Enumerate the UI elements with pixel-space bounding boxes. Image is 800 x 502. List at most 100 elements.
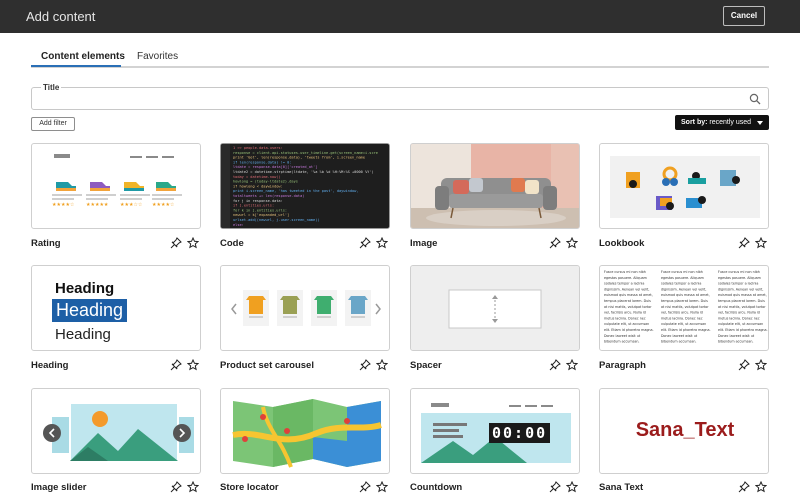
paragraph-line: Donec laoreet wisit ut — [661, 334, 698, 338]
pin-icon[interactable] — [170, 481, 182, 493]
code-line: howlong = (today-ltdate2).days — [233, 180, 298, 184]
paragraph-line: vel, facilisis arcu. Nulla id — [718, 311, 760, 315]
star-icon[interactable] — [755, 359, 767, 371]
star-icon[interactable] — [187, 481, 199, 493]
code-line: if howlong < daywindow: — [233, 184, 283, 188]
image-slider-label: Image slider — [31, 482, 87, 493]
pin-icon[interactable] — [549, 237, 561, 249]
image-slider-element-card[interactable] — [31, 388, 201, 474]
heading-preview-h1: Heading — [55, 280, 115, 297]
paragraph-element-card[interactable]: Fusce cursus mi non nibh egestas posuere.… — [599, 265, 769, 351]
code-line: if j.entities.urls: — [233, 204, 274, 208]
code-element-card[interactable]: 1 >> people.data.users: response = client… — [220, 143, 390, 229]
tab-content-elements[interactable]: Content elements — [41, 51, 125, 62]
star-icon[interactable] — [755, 481, 767, 493]
star-icon[interactable] — [566, 359, 578, 371]
paragraph-line: tempus placerat lorem. Duis — [604, 299, 651, 303]
rating-element-card[interactable]: ★★★★☆ ★★★★★ ★★★☆☆ ★★★★☆ — [31, 143, 201, 229]
pin-icon[interactable] — [738, 481, 750, 493]
code-line: response = client.api.statuses.user_time… — [233, 151, 378, 155]
dialog-title: Add content — [26, 9, 96, 24]
paragraph-line: at nisi mattis, volutpat tortor — [604, 305, 652, 309]
star-icon[interactable] — [187, 237, 199, 249]
countdown-element-card[interactable]: 00:00 — [410, 388, 580, 474]
paragraph-line: egestas posuere. Aliquam — [718, 276, 761, 280]
paragraph-line: euismod quis massa at amet, — [604, 293, 653, 297]
code-line: today = datetime.now() — [233, 175, 281, 179]
image-element-card[interactable] — [410, 143, 580, 229]
store-locator-element-card[interactable] — [220, 388, 390, 474]
spacer-label: Spacer — [410, 360, 442, 371]
sana-text-label: Sana Text — [599, 482, 644, 493]
pin-icon[interactable] — [738, 237, 750, 249]
pin-icon[interactable] — [549, 481, 561, 493]
pin-icon[interactable] — [170, 359, 182, 371]
svg-text:★★★★☆: ★★★★☆ — [152, 202, 175, 208]
paragraph-line: vulputate elit, ut accumsan — [661, 322, 706, 326]
paragraph-line: elit. Etiam id pharetra magna. — [661, 328, 711, 332]
tab-favorites[interactable]: Favorites — [137, 51, 178, 62]
lookbook-preview — [610, 156, 760, 218]
star-icon[interactable] — [376, 237, 388, 249]
sort-dropdown[interactable]: Sort by: recently used — [675, 115, 769, 130]
paragraph-line: metus lacinia. Donec nec — [604, 316, 646, 320]
code-preview: 1 >> people.data.users:response = client… — [221, 144, 389, 228]
paragraph-line: bibendum accumsan. — [718, 340, 753, 344]
add-filter-button[interactable]: Add filter — [31, 117, 75, 131]
svg-text:★★★★☆: ★★★★☆ — [52, 202, 75, 208]
image-slider-preview — [43, 402, 194, 462]
paragraph-line: tempus placerat lorem. Duis — [661, 299, 708, 303]
code-line: for k in j.entities.urls: — [233, 208, 287, 212]
tab-bar: Content elements Favorites — [31, 47, 769, 68]
paragraph-line: bibendum accumsan. — [604, 340, 639, 344]
sana-text-element-card[interactable]: Sana_Text — [599, 388, 769, 474]
title-search-input[interactable] — [31, 87, 769, 110]
paragraph-line: sodales tempor a lacinia — [661, 282, 701, 286]
pin-icon[interactable] — [738, 359, 750, 371]
heading-element-card[interactable]: Heading Heading Heading — [31, 265, 201, 351]
star-icon[interactable] — [755, 237, 767, 249]
product-carousel-label: Product set carousel — [220, 360, 314, 371]
chevron-down-icon — [757, 121, 763, 125]
pin-icon[interactable] — [170, 237, 182, 249]
sort-value: recently used — [709, 119, 752, 126]
cancel-button[interactable]: Cancel — [723, 6, 765, 26]
spacer-element-card[interactable] — [410, 265, 580, 351]
paragraph-line: Fusce cursus mi non nibh — [718, 270, 760, 274]
lookbook-element-card[interactable] — [599, 143, 769, 229]
spacer-preview — [411, 266, 579, 350]
paragraph-line: at nisi mattis, volutpat tortor — [661, 305, 709, 309]
heading-label: Heading — [31, 360, 69, 371]
star-icon[interactable] — [376, 359, 388, 371]
product-carousel-element-card[interactable] — [220, 265, 390, 351]
paragraph-label: Paragraph — [599, 360, 646, 371]
code-line: else: — [233, 223, 244, 227]
paragraph-line: vulputate elit, ut accumsan — [604, 322, 649, 326]
star-icon[interactable] — [566, 237, 578, 249]
star-icon[interactable] — [187, 359, 199, 371]
paragraph-line: Donec laoreet wisit ut — [604, 334, 641, 338]
paragraph-line: euismod quis massa at amet, — [718, 293, 767, 297]
pin-icon[interactable] — [359, 237, 371, 249]
code-label: Code — [220, 238, 244, 249]
paragraph-line: sodales tempor a lacinia — [604, 282, 644, 286]
paragraph-line: dignissim. Aenean vel velit, — [661, 287, 706, 291]
svg-text:★★★★★: ★★★★★ — [86, 202, 109, 208]
paragraph-line: Fusce cursus mi non nibh — [604, 270, 646, 274]
heading-preview-h2: Heading — [52, 299, 128, 322]
paragraph-line: egestas posuere. Aliquam — [661, 276, 704, 280]
pin-icon[interactable] — [549, 359, 561, 371]
paragraph-line: sodales tempor a lacinia — [718, 282, 758, 286]
sofa-photo-preview — [411, 144, 579, 228]
sort-prefix: Sort by: — [681, 119, 708, 126]
paragraph-line: dignissim. Aenean vel velit, — [718, 287, 763, 291]
rating-label: Rating — [31, 238, 61, 249]
pin-icon[interactable] — [359, 359, 371, 371]
search-icon[interactable] — [749, 93, 761, 105]
star-icon[interactable] — [566, 481, 578, 493]
pin-icon[interactable] — [359, 481, 371, 493]
paragraph-line: at nisi mattis, volutpat tortor — [718, 305, 766, 309]
code-line: if len(response.data) != 0: — [233, 160, 291, 164]
paragraph-line: elit. Etiam id pharetra magna. — [718, 328, 768, 332]
star-icon[interactable] — [376, 481, 388, 493]
